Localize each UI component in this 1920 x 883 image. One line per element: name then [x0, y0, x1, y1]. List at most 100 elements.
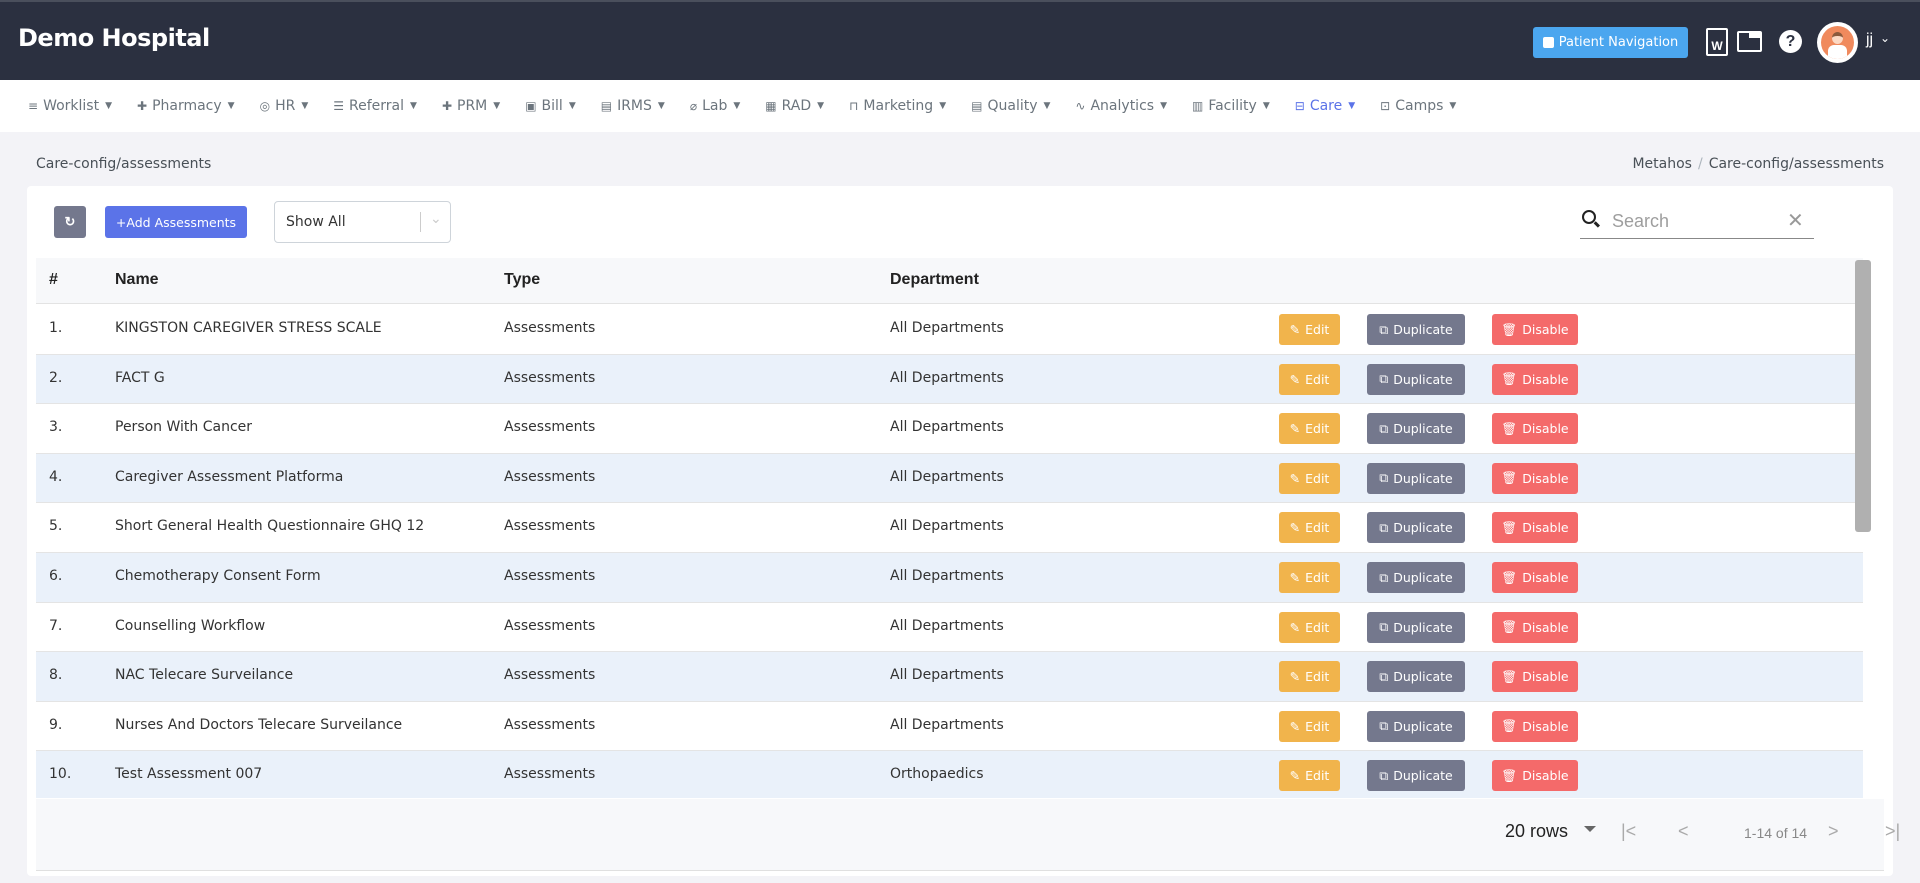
- nav-item-rad[interactable]: ▦ RAD ▼: [765, 98, 824, 114]
- row-department: All Departments: [890, 568, 1004, 584]
- disable-button[interactable]: 🗑︎ Disable: [1492, 661, 1578, 693]
- edit-icon: ✎: [1289, 470, 1301, 486]
- edit-button[interactable]: ✎ Edit: [1279, 512, 1340, 544]
- nav-item-marketing[interactable]: ⊓ Marketing ▼: [849, 98, 946, 114]
- nav-item-irms[interactable]: ▤ IRMS ▼: [601, 98, 665, 114]
- nav-item-label: Care: [1309, 98, 1343, 114]
- table-row: 4. Caregiver Assessment Platforma Assessme…: [36, 453, 1863, 504]
- nav-item-referral[interactable]: ☰ Referral ▼: [333, 98, 417, 114]
- edit-button[interactable]: ✎ Edit: [1279, 710, 1340, 742]
- duplicate-icon: ⧉: [1379, 619, 1389, 635]
- duplicate-button[interactable]: ⧉ Duplicate: [1367, 562, 1465, 593]
- edit-button[interactable]: ✎ Edit: [1279, 363, 1340, 395]
- nav-item-lab[interactable]: ⌀ Lab ▼: [690, 98, 740, 114]
- column-header-type[interactable]: Type: [504, 271, 540, 289]
- caret-down-icon: ▼: [817, 101, 825, 111]
- breadcrumb-item-home[interactable]: Metahos: [1632, 156, 1692, 172]
- duplicate-button[interactable]: ⧉ Duplicate: [1367, 760, 1465, 792]
- nav-item-care[interactable]: ⊟ Care ▼: [1295, 98, 1355, 114]
- disable-button[interactable]: 🗑︎ Disable: [1492, 462, 1578, 494]
- help-icon[interactable]: ?: [1779, 30, 1802, 53]
- row-name: Short General Health Questionnaire GHQ 1…: [115, 518, 425, 535]
- refresh-button[interactable]: ↻: [54, 206, 86, 238]
- trash-icon: 🗑︎: [1501, 767, 1518, 783]
- filter-select[interactable]: Show All ⌄: [274, 201, 451, 243]
- nav-item-prm[interactable]: ✚ PRM ▼: [442, 98, 500, 114]
- edit-button[interactable]: ✎ Edit: [1279, 661, 1340, 693]
- row-type: Assessments: [504, 369, 596, 386]
- previous-page-button[interactable]: <: [1678, 821, 1689, 842]
- row-name: Counselling Workflow: [115, 617, 266, 634]
- edit-button[interactable]: ✎ Edit: [1279, 760, 1340, 792]
- disable-button[interactable]: 🗑︎ Disable: [1492, 512, 1578, 544]
- disable-button[interactable]: 🗑︎ Disable: [1492, 562, 1578, 593]
- first-page-button[interactable]: |<: [1621, 821, 1636, 842]
- duplicate-button[interactable]: ⧉ Duplicate: [1367, 512, 1465, 544]
- word-document-icon[interactable]: W: [1706, 28, 1728, 56]
- duplicate-button[interactable]: ⧉ Duplicate: [1367, 413, 1465, 445]
- column-header-name[interactable]: Name: [115, 271, 159, 289]
- select-divider: [420, 212, 421, 232]
- caret-down-icon: ▼: [1262, 101, 1270, 111]
- table-scrollbar[interactable]: [1855, 260, 1871, 532]
- search-field[interactable]: ✕: [1580, 206, 1814, 239]
- duplicate-button[interactable]: ⧉ Duplicate: [1367, 363, 1465, 395]
- nav-item-hr[interactable]: ◎ HR ▼: [260, 98, 309, 114]
- row-type: Assessments: [504, 716, 596, 733]
- row-department: All Departments: [890, 617, 1004, 634]
- disable-button[interactable]: 🗑︎ Disable: [1492, 760, 1578, 792]
- user-avatar[interactable]: [1817, 22, 1858, 63]
- duplicate-button[interactable]: ⧉ Duplicate: [1367, 314, 1465, 345]
- rows-per-page-select[interactable]: 20 rows: [1505, 821, 1568, 842]
- nav-item-quality[interactable]: ▤ Quality ▼: [971, 98, 1050, 114]
- nav-item-analytics[interactable]: ∿ Analytics ▼: [1075, 98, 1167, 114]
- patient-navigation-button[interactable]: Patient Navigation: [1533, 27, 1688, 58]
- nav-hr-icon: ◎: [259, 99, 271, 113]
- disable-label: Disable: [1522, 619, 1569, 635]
- caret-down-icon: ▼: [1348, 101, 1356, 111]
- trash-icon: 🗑︎: [1501, 718, 1518, 734]
- row-department: Orthopaedics: [890, 766, 984, 783]
- edit-label: Edit: [1305, 322, 1330, 337]
- nav-item-worklist[interactable]: ≡ Worklist ▼: [28, 98, 112, 114]
- edit-button[interactable]: ✎ Edit: [1279, 413, 1340, 445]
- table-row: 1. KINGSTON CAREGIVER STRESS SCALE Assessm…: [36, 305, 1863, 355]
- trash-icon: 🗑︎: [1501, 569, 1518, 585]
- nav-item-camps[interactable]: ⊡ Camps ▼: [1380, 98, 1456, 114]
- disable-button[interactable]: 🗑︎ Disable: [1492, 363, 1578, 395]
- table-header: # Name Type Department: [36, 258, 1863, 304]
- row-name: Nurses And Doctors Telecare Surveilance: [115, 716, 403, 733]
- duplicate-icon: ⧉: [1379, 420, 1389, 436]
- user-menu-chevron-icon[interactable]: ⌄: [1880, 31, 1890, 45]
- copy-plus-icon: [1542, 37, 1554, 48]
- rows-per-page-caret-icon[interactable]: [1584, 826, 1596, 832]
- add-assessments-button[interactable]: +Add Assessments: [105, 206, 247, 238]
- clear-search-icon[interactable]: ✕: [1787, 208, 1804, 233]
- edit-button[interactable]: ✎ Edit: [1279, 611, 1340, 643]
- duplicate-button[interactable]: ⧉ Duplicate: [1367, 611, 1465, 643]
- duplicate-label: Duplicate: [1393, 322, 1453, 337]
- edit-button[interactable]: ✎ Edit: [1279, 314, 1340, 345]
- search-input[interactable]: [1612, 208, 1792, 234]
- edit-button[interactable]: ✎ Edit: [1279, 462, 1340, 494]
- disable-button[interactable]: 🗑︎ Disable: [1492, 413, 1578, 445]
- next-page-button[interactable]: >: [1828, 821, 1839, 842]
- duplicate-button[interactable]: ⧉ Duplicate: [1367, 661, 1465, 693]
- disable-label: Disable: [1522, 718, 1569, 734]
- user-name[interactable]: jj: [1866, 31, 1873, 49]
- column-header-department[interactable]: Department: [890, 271, 979, 289]
- last-page-button[interactable]: >|: [1885, 821, 1900, 842]
- disable-button[interactable]: 🗑︎ Disable: [1492, 314, 1578, 345]
- duplicate-button[interactable]: ⧉ Duplicate: [1367, 710, 1465, 742]
- window-icon[interactable]: [1737, 31, 1762, 52]
- duplicate-button[interactable]: ⧉ Duplicate: [1367, 462, 1465, 494]
- disable-button[interactable]: 🗑︎ Disable: [1492, 710, 1578, 742]
- nav-item-facility[interactable]: ▥ Facility ▼: [1192, 98, 1270, 114]
- breadcrumb: Metahos / Care-config/assessments: [1632, 156, 1884, 172]
- disable-button[interactable]: 🗑︎ Disable: [1492, 611, 1578, 643]
- nav-item-bill[interactable]: ▣ Bill ▼: [525, 98, 576, 114]
- caret-down-icon: ▼: [733, 101, 741, 111]
- edit-button[interactable]: ✎ Edit: [1279, 562, 1340, 593]
- table-row: 9. Nurses And Doctors Telecare Surveilanc…: [36, 702, 1863, 752]
- nav-item-pharmacy[interactable]: ✚ Pharmacy ▼: [137, 98, 235, 114]
